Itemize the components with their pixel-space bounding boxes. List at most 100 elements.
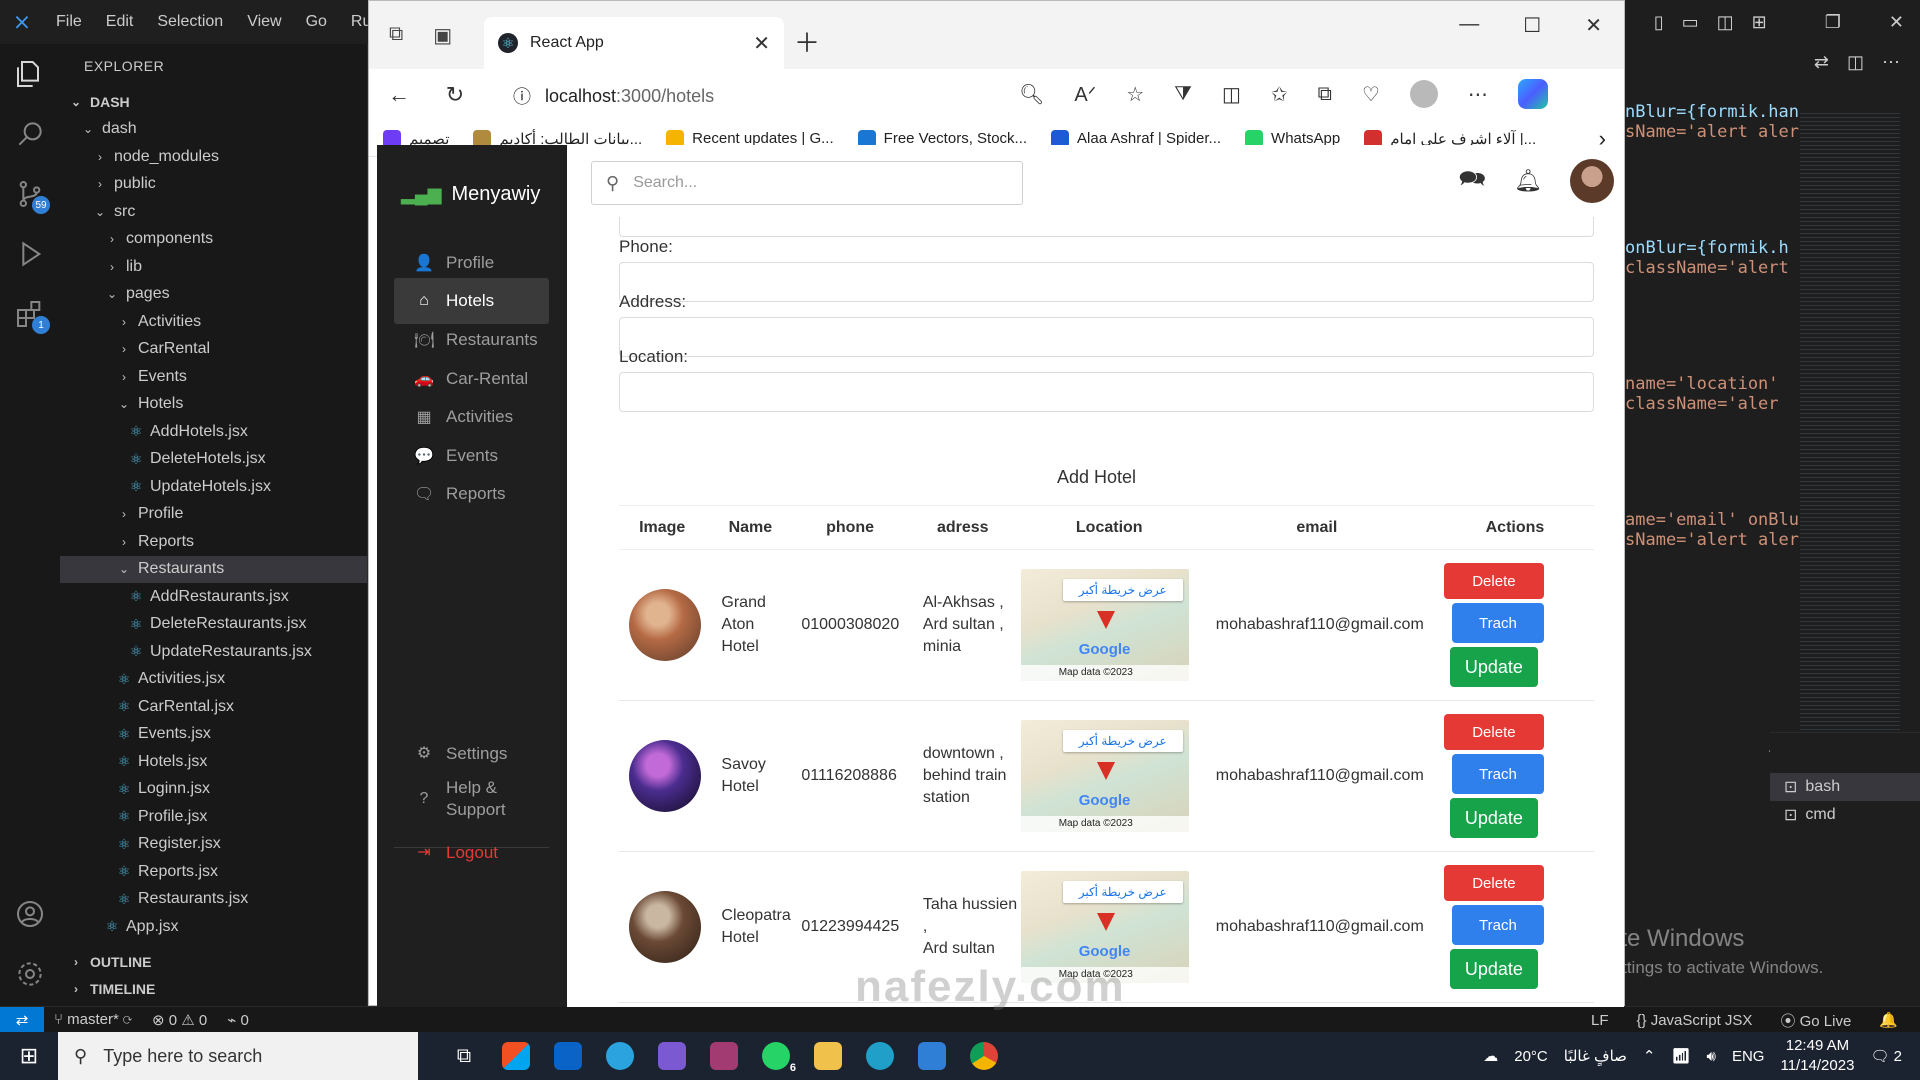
tree-folder[interactable]: › Reports [60, 528, 367, 556]
tab-react-app[interactable]: ⚛ React App ✕ [484, 17, 784, 69]
split-editor-icon[interactable]: ◫ [1847, 52, 1864, 73]
problems-status[interactable]: ⊗ 0 ⚠ 0 [142, 1011, 217, 1029]
user-avatar[interactable] [1570, 159, 1614, 203]
brand[interactable]: ▂▄▆ Menyawiy [401, 183, 540, 206]
tree-file[interactable]: ⚛ UpdateHotels.jsx [60, 473, 367, 501]
tree-file[interactable]: ⚛ Reports.jsx [60, 858, 367, 886]
menu-item-file[interactable]: File [44, 13, 94, 31]
explorer-folder-icon[interactable] [802, 1032, 854, 1080]
tree-file[interactable]: ⚛ App.jsx [60, 913, 367, 941]
notifications-center-icon[interactable]: 🗨 2 [1870, 1047, 1902, 1065]
menu-item-edit[interactable]: Edit [94, 13, 146, 31]
extensions-puzzle-icon[interactable]: ⧩ [1174, 83, 1192, 106]
update-button[interactable]: Update [1449, 949, 1538, 989]
tree-folder[interactable]: ⌄ src [60, 198, 367, 226]
tree-file[interactable]: ⚛ Hotels.jsx [60, 748, 367, 776]
settings-more-icon[interactable]: ⋯ [1468, 82, 1488, 107]
maximize-icon[interactable]: ☐ [1523, 13, 1541, 38]
tree-file[interactable]: ⚛ AddHotels.jsx [60, 418, 367, 446]
nav-logout[interactable]: ⇥ Logout [394, 830, 549, 876]
network-icon[interactable]: 📶︎ [1671, 1047, 1690, 1065]
performance-icon[interactable]: ♡ [1362, 82, 1380, 107]
notifications-bell-icon[interactable]: 🔔 [1869, 1011, 1908, 1029]
explorer-icon[interactable] [0, 44, 60, 104]
terminal-bash[interactable]: ⊡ bash [1770, 773, 1920, 801]
tree-folder[interactable]: › CarRental [60, 336, 367, 364]
tree-file[interactable]: ⚛ Loginn.jsx [60, 776, 367, 804]
split-screen-icon[interactable]: ◫ [1222, 82, 1241, 107]
update-button[interactable]: Update [1449, 798, 1538, 838]
whatsapp-icon[interactable]: 6 [750, 1032, 802, 1080]
task-view-icon[interactable]: ⧉ [438, 1032, 490, 1080]
accounts-icon[interactable] [0, 884, 60, 944]
restore-window-icon[interactable]: ❐ [1825, 12, 1841, 33]
taskbar-search-input[interactable]: ⚲ Type here to search [58, 1032, 418, 1080]
tree-file[interactable]: ⚛ Events.jsx [60, 721, 367, 749]
tree-folder[interactable]: › lib [60, 253, 367, 281]
branch-status[interactable]: ⑂ master* ⟳ [44, 1011, 142, 1028]
menu-item-view[interactable]: View [235, 13, 293, 31]
tree-folder[interactable]: › public [60, 171, 367, 199]
new-tab-icon[interactable]: ＋ [794, 23, 820, 60]
tree-folder[interactable]: › Events [60, 363, 367, 391]
location-input[interactable] [619, 372, 1594, 412]
eol-status[interactable]: LF [1581, 1012, 1619, 1029]
view-larger-map-button[interactable]: عرض خريطة أكبر [1062, 730, 1183, 752]
extensions-icon[interactable]: 1 [0, 284, 60, 344]
tree-file[interactable]: ⚛ UpdateRestaurants.jsx [60, 638, 367, 666]
zoom-icon[interactable]: 🔍︎ [1019, 82, 1044, 107]
workspaces-icon[interactable]: ⧉ [389, 23, 403, 48]
mail-icon[interactable] [542, 1032, 594, 1080]
update-button[interactable]: Update [1449, 647, 1538, 687]
favorites-icon[interactable]: ✩ [1271, 82, 1288, 107]
tab-actions-icon[interactable]: ▣ [433, 23, 452, 48]
layout-grid-icon[interactable]: ⊞ [1752, 12, 1767, 33]
volume-icon[interactable]: 🔊︎ [1707, 1048, 1716, 1065]
phone-input[interactable] [619, 262, 1594, 302]
delete-button[interactable]: Delete [1443, 714, 1544, 750]
tree-file[interactable]: ⚛ AddRestaurants.jsx [60, 583, 367, 611]
vs-icon[interactable] [646, 1032, 698, 1080]
layout-panel-icon[interactable]: ▭ [1682, 12, 1699, 33]
language-indicator[interactable]: ENG [1732, 1048, 1765, 1065]
tree-folder[interactable]: ⌄ DASH [60, 88, 367, 116]
weather-icon[interactable]: ☁ [1483, 1047, 1498, 1065]
close-icon[interactable]: ✕ [1585, 13, 1602, 38]
collections-icon[interactable]: ⧉ [1318, 83, 1332, 106]
tree-folder[interactable]: › components [60, 226, 367, 254]
profile-avatar[interactable] [1409, 80, 1438, 108]
telegram-icon[interactable] [594, 1032, 646, 1080]
store-icon[interactable] [490, 1032, 542, 1080]
golive-status[interactable]: ⦿ Go Live [1770, 1010, 1861, 1031]
tree-folder[interactable]: ⌄ dash [60, 116, 367, 144]
read-aloud-icon[interactable]: Aᐟ [1074, 82, 1096, 107]
chrome-icon[interactable] [958, 1032, 1010, 1080]
view-larger-map-button[interactable]: عرض خريطة أكبر [1062, 579, 1183, 601]
compare-icon[interactable]: ⇄ [1814, 52, 1829, 73]
edge-icon[interactable] [854, 1032, 906, 1080]
track-button[interactable]: Trach [1451, 603, 1544, 643]
tree-file[interactable]: ⚛ Register.jsx [60, 831, 367, 859]
tree-file[interactable]: ⚛ Profile.jsx [60, 803, 367, 831]
back-arrow-icon[interactable]: ← [381, 82, 417, 108]
windows-start-icon[interactable]: ⊞ [0, 1032, 58, 1080]
chevron-up-icon[interactable]: ⌃ [1643, 1047, 1656, 1065]
tree-folder[interactable]: ⌄ Restaurants [60, 555, 367, 583]
tree-folder[interactable]: › Activities [60, 308, 367, 336]
track-button[interactable]: Trach [1451, 754, 1544, 794]
run-debug-icon[interactable] [0, 224, 60, 284]
previous-field-input[interactable] [619, 217, 1594, 237]
layout-sidebar-icon[interactable]: ▯ [1654, 12, 1664, 33]
menu-item-selection[interactable]: Selection [145, 13, 235, 31]
delete-button[interactable]: Delete [1443, 865, 1544, 901]
layout-split-icon[interactable]: ◫ [1717, 12, 1734, 33]
tree-file[interactable]: ⚛ DeleteHotels.jsx [60, 446, 367, 474]
tab-close-icon[interactable]: ✕ [753, 31, 770, 56]
outline-section[interactable]: › OUTLINE [60, 948, 367, 976]
google-map-embed[interactable]: عرض خريطة أكبر Google Map data ©2023 [1020, 720, 1189, 832]
clock[interactable]: 12:49 AM 11/14/2023 [1780, 1036, 1854, 1076]
address-bar[interactable]: ⓘ localhost:3000/hotels [497, 77, 1037, 115]
remote-indicator-icon[interactable]: ⇄ [0, 1006, 44, 1033]
nav-reports[interactable]: 🗨 Reports [394, 471, 549, 517]
more-actions-icon[interactable]: ⋯ [1882, 52, 1900, 73]
